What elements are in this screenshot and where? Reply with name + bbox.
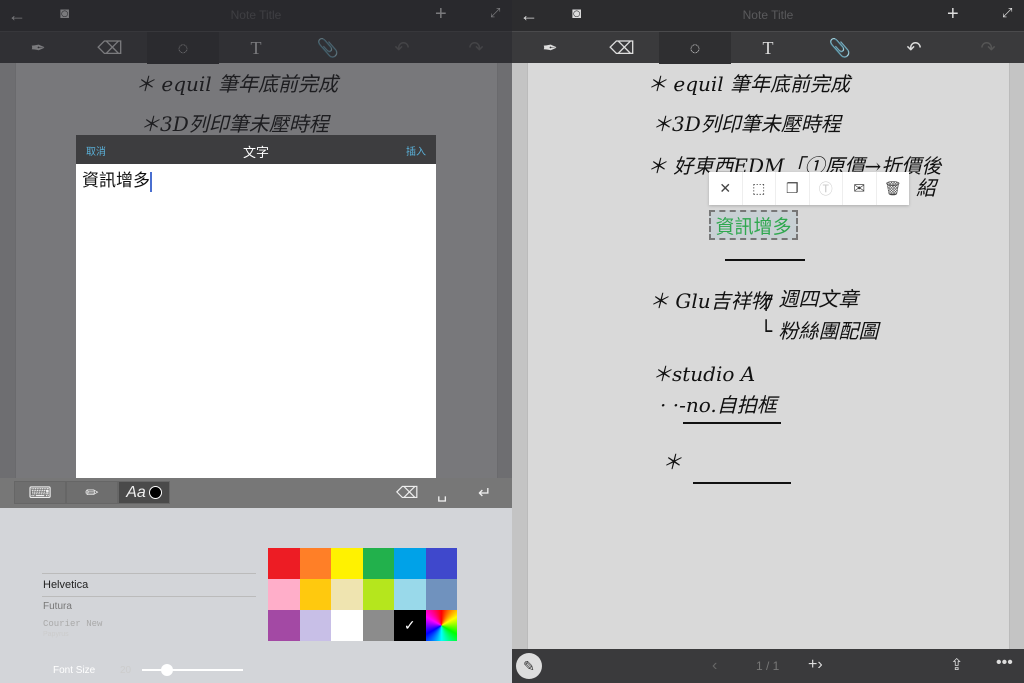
slider-knob[interactable] — [161, 664, 174, 676]
color-swatch[interactable] — [299, 610, 331, 641]
page-indicator: 1 / 1 — [756, 659, 780, 673]
space-icon[interactable]: ␣ — [437, 483, 447, 503]
keyboard-icon: ⌨ — [28, 484, 52, 502]
add-next-page-icon[interactable]: +› — [808, 656, 823, 674]
color-swatch[interactable] — [299, 579, 331, 610]
handwrite-mode-button[interactable]: ✏ — [66, 481, 118, 504]
resize-icon[interactable]: ⬚ — [743, 172, 776, 205]
prev-page-icon[interactable]: ‹ — [712, 657, 717, 675]
eraser-icon: ⌫ — [609, 37, 635, 58]
add-page-icon[interactable]: + — [947, 3, 959, 26]
font-option-futura[interactable]: Futura — [43, 601, 72, 612]
color-swatch[interactable] — [331, 579, 363, 610]
color-swatch[interactable] — [394, 579, 426, 610]
eraser-tool[interactable]: ⌫ — [586, 32, 658, 64]
font-option-courier-new[interactable]: Courier New — [43, 619, 102, 629]
selection-menu: ✕ ⬚ ❐ Ⓣ ✉ 🗑 — [709, 172, 909, 205]
mail-icon[interactable]: ✉ — [843, 172, 877, 205]
close-icon[interactable]: ✕ — [709, 172, 743, 205]
text-input-area[interactable]: 資訊增多 — [76, 164, 436, 478]
handwriting-line: ＊ — [662, 450, 682, 474]
text-tool[interactable]: T — [732, 32, 804, 64]
font-size-value: 20 — [120, 665, 132, 676]
attach-icon: 📎 — [828, 37, 852, 58]
backspace-icon[interactable]: ⌫ — [396, 483, 419, 503]
bottom-bar: ✎ ‹ 1 / 1 +› ⇪ ••• — [512, 649, 1024, 683]
undo-button[interactable]: ↶ — [878, 32, 950, 64]
pen-mode-button[interactable]: ✎ — [516, 653, 542, 679]
lasso-tool[interactable]: ◌ — [659, 32, 731, 64]
font-style-mode-button[interactable]: Aa — [118, 481, 170, 504]
color-swatch[interactable] — [362, 610, 394, 641]
convert-text-icon[interactable]: Ⓣ — [810, 172, 843, 205]
color-swatch[interactable] — [331, 610, 363, 641]
handwriting-line: └ 粉絲團配圖 — [760, 319, 879, 343]
text-input-dialog: 取消 文字 插入 資訊增多 — [76, 135, 436, 478]
handwriting-line: ┌ 週四文章 — [760, 287, 859, 311]
color-swatch[interactable] — [425, 610, 457, 641]
attach-tool[interactable]: 📎 — [804, 32, 876, 64]
pen-tool[interactable]: ✒ — [514, 32, 586, 64]
input-mode-bar: ⌨ ✏ Aa ⌫ ␣ ↵ — [0, 478, 512, 508]
color-swatch[interactable] — [362, 548, 394, 579]
cancel-button[interactable]: 取消 — [86, 143, 106, 158]
color-swatch[interactable] — [394, 548, 426, 579]
color-swatch[interactable] — [425, 548, 457, 579]
selected-text-box[interactable]: 資訊增多 — [709, 210, 798, 240]
copy-icon[interactable]: ❐ — [776, 172, 810, 205]
handwriting-line: 紹 — [916, 176, 936, 200]
handwriting-line: ＊ Glu吉祥物 — [649, 289, 771, 313]
redo-button[interactable]: ↷ — [952, 32, 1024, 64]
color-swatch[interactable] — [425, 579, 457, 610]
fullscreen-icon[interactable]: ⤢ — [1002, 5, 1012, 21]
return-icon[interactable]: ↵ — [478, 483, 491, 503]
color-swatch[interactable] — [268, 548, 300, 579]
font-label: Aa — [126, 483, 146, 501]
text-icon: T — [762, 37, 774, 58]
handwriting-underline — [693, 482, 791, 484]
text-input-value: 資訊增多 — [82, 171, 150, 190]
color-swatch[interactable] — [331, 548, 363, 579]
text-cursor — [150, 171, 152, 192]
dialog-header: 取消 文字 插入 — [76, 135, 436, 164]
lasso-icon: ◌ — [689, 37, 701, 58]
redo-icon: ↷ — [980, 37, 996, 58]
dialog-title: 文字 — [242, 145, 269, 160]
color-dot-icon — [148, 486, 162, 499]
share-icon[interactable]: ⇪ — [950, 655, 963, 675]
insert-button[interactable]: 插入 — [406, 143, 426, 158]
color-swatch[interactable] — [362, 579, 394, 610]
font-option-helvetica[interactable]: Helvetica — [43, 579, 88, 591]
font-size-label: Font Size — [53, 665, 96, 676]
inserted-text: 資訊增多 — [715, 216, 792, 238]
handwriting-line: · ·-no.自拍框 — [660, 393, 777, 417]
color-swatch[interactable] — [299, 548, 331, 579]
color-palette: ✓ — [268, 548, 457, 641]
trash-icon[interactable]: 🗑 — [877, 172, 910, 205]
undo-icon: ↶ — [906, 37, 922, 58]
keyboard-mode-button[interactable]: ⌨ — [14, 481, 66, 504]
more-icon[interactable]: ••• — [996, 654, 1013, 672]
tool-bar: ✒ ⌫ ◌ T 📎 ↶ ↷ — [512, 31, 1024, 64]
color-swatch[interactable] — [268, 610, 300, 641]
handwriting-line: ＊3D列印筆未壓時程 — [652, 112, 841, 136]
font-option-papyrus[interactable]: Papyrus — [43, 631, 69, 638]
top-bar: ← ◙ Note Title + ⤢ — [512, 0, 1024, 31]
font-size-slider[interactable] — [142, 664, 243, 676]
handwriting-line: ＊studio A — [652, 362, 756, 386]
note-editor-left: ＊ equil 筆年底前完成 ＊3D列印筆未壓時程 ← ◙ Note Title… — [0, 0, 512, 683]
color-swatch[interactable] — [268, 579, 300, 610]
handwriting-underline — [725, 259, 805, 261]
handwriting-underline — [683, 422, 781, 424]
note-editor-right: ＊ equil 筆年底前完成 ＊3D列印筆未壓時程 ＊ 好東西EDM「①原價→折… — [512, 0, 1024, 683]
pencil-icon: ✏ — [85, 484, 99, 502]
pen-icon: ✒ — [542, 37, 558, 58]
color-swatch[interactable]: ✓ — [394, 610, 426, 641]
handwriting-line: ＊ equil 筆年底前完成 — [647, 72, 851, 96]
